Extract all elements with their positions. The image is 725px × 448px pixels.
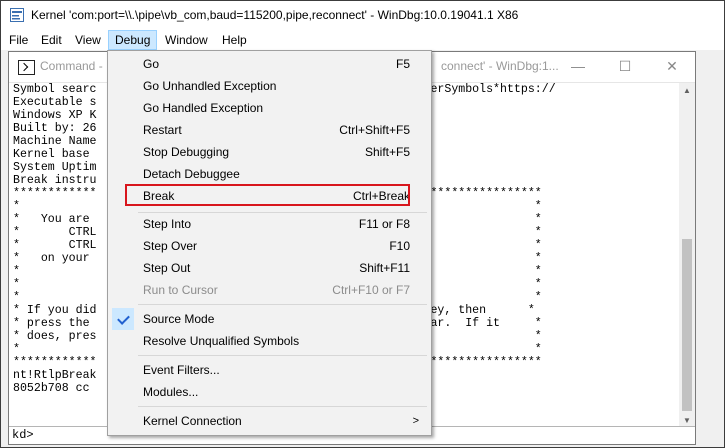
menu-item-go-unhandled-exception[interactable]: Go Unhandled Exception [110,75,429,97]
menu-view[interactable]: View [69,30,107,50]
menu-file[interactable]: File [3,30,34,50]
command-window-title: Command - [40,59,103,73]
highlight-box [125,184,410,206]
scroll-thumb[interactable] [682,239,692,411]
menu-item-stop-debugging[interactable]: Stop Debugging Shift+F5 [110,141,429,163]
close-icon[interactable]: ✕ [661,56,683,76]
menu-debug[interactable]: Debug [108,30,158,50]
menu-item-go-handled-exception[interactable]: Go Handled Exception [110,97,429,119]
menu-item-resolve-unqualified-symbols[interactable]: Resolve Unqualified Symbols [110,330,429,352]
menu-item-source-mode[interactable]: Source Mode [110,308,429,330]
minimize-icon[interactable]: — [567,56,589,76]
menu-item-shortcut: Shift+F11 [359,261,410,275]
menu-item-label: Stop Debugging [143,145,230,159]
command-prompt-icon [18,60,35,75]
menu-item-shortcut: Ctrl+F10 or F7 [332,283,410,297]
menu-item-label: Step Into [143,217,192,231]
title-bar: Kernel 'com:port=\\.\pipe\vb_com,baud=11… [1,1,724,30]
window-title: Kernel 'com:port=\\.\pipe\vb_com,baud=11… [31,8,519,22]
menu-item-shortcut: F10 [389,239,410,253]
vertical-scrollbar[interactable]: ▲ ▼ [679,83,695,429]
menu-item-step-out[interactable]: Step Out Shift+F11 [110,257,429,279]
menu-item-shortcut: F11 or F8 [358,217,410,231]
menu-item-shortcut: Ctrl+Shift+F5 [339,123,410,137]
menu-item-label: Source Mode [143,312,215,326]
menu-item-event-filters[interactable]: Event Filters... [110,359,429,381]
menu-item-step-into[interactable]: Step Into F11 or F8 [110,213,429,235]
menu-item-detach-debuggee[interactable]: Detach Debuggee [110,163,429,185]
menu-separator [138,406,427,407]
menu-item-shortcut: Shift+F5 [364,145,410,159]
menu-item-label: Kernel Connection [143,414,242,428]
menu-item-label: Go Handled Exception [143,101,264,115]
menu-item-label: Detach Debuggee [143,167,240,181]
menu-help[interactable]: Help [216,30,253,50]
menu-item-label: Go Unhandled Exception [143,79,277,93]
debug-menu: Go F5 Go Unhandled Exception Go Handled … [107,50,432,436]
menu-item-modules[interactable]: Modules... [110,381,429,403]
menu-item-label: Resolve Unqualified Symbols [143,334,300,348]
menu-item-label: Go [143,57,160,71]
windbg-app-icon [10,8,24,22]
menu-item-label: Step Out [143,261,191,275]
scroll-up-icon[interactable]: ▲ [679,83,695,99]
menu-item-label: Step Over [143,239,198,253]
menu-item-label: Modules... [143,385,199,399]
menu-item-label: Run to Cursor [143,283,218,297]
menu-item-label: Restart [143,123,182,137]
menu-item-step-over[interactable]: Step Over F10 [110,235,429,257]
maximize-icon[interactable]: ☐ [614,56,636,76]
chevron-right-icon: > [412,415,419,427]
menu-item-label: Event Filters... [143,363,220,377]
menu-item-shortcut: F5 [395,57,410,71]
menu-separator [138,355,427,356]
kd-prompt: kd> [12,428,34,442]
menu-edit[interactable]: Edit [35,30,68,50]
menu-window[interactable]: Window [159,30,214,50]
menu-item-run-to-cursor[interactable]: Run to Cursor Ctrl+F10 or F7 [110,279,429,301]
menu-item-restart[interactable]: Restart Ctrl+Shift+F5 [110,119,429,141]
command-window-title-suffix: connect' - WinDbg:1... [441,59,559,73]
menu-item-go[interactable]: Go F5 [110,53,429,75]
check-highlight [112,308,134,330]
menu-bar: File Edit View Debug Window Help [1,30,724,50]
menu-separator [138,304,427,305]
menu-item-kernel-connection[interactable]: Kernel Connection > [110,410,429,432]
checkmark-icon [117,312,130,325]
